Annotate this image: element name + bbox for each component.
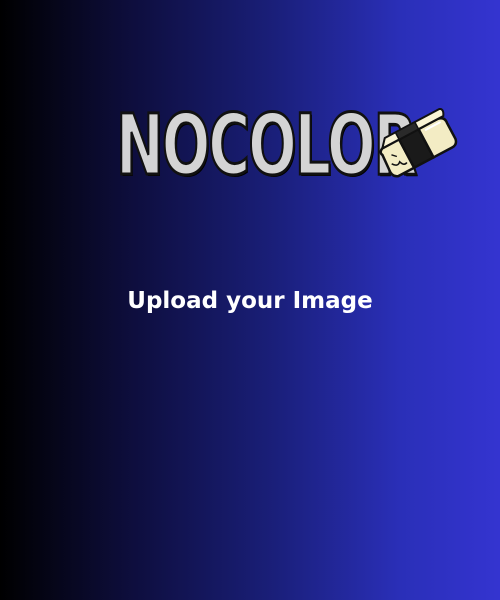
eraser-icon <box>379 108 458 178</box>
upload-image-button[interactable]: Upload your Image <box>100 278 400 324</box>
upload-label: Upload your Image <box>127 288 373 314</box>
brand-name: NOCOLOR <box>115 96 419 194</box>
brand-logo: NOCOLOR <box>115 96 466 194</box>
